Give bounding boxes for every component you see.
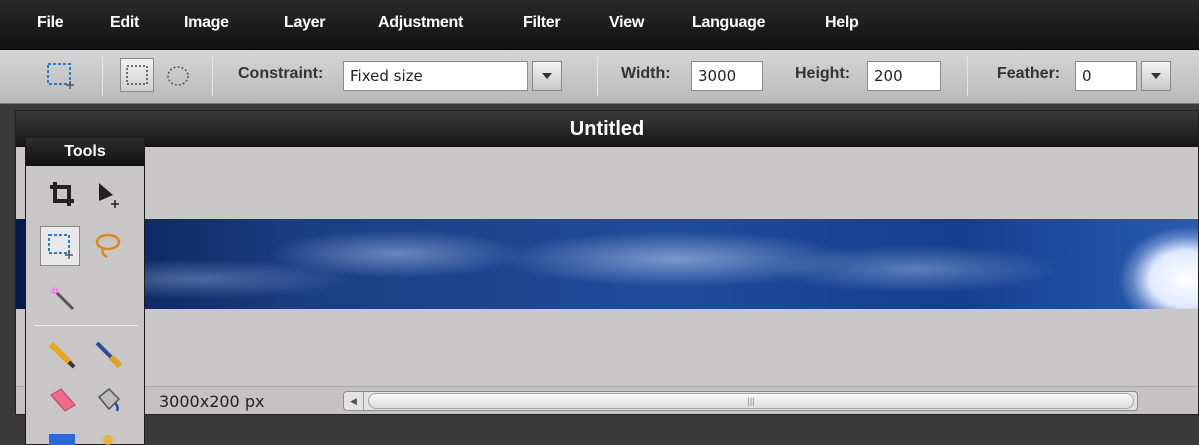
menu-image[interactable]: Image xyxy=(184,14,229,32)
height-input[interactable]: 200 xyxy=(867,61,941,91)
chevron-down-icon xyxy=(1151,73,1161,79)
tools-separator xyxy=(34,325,138,326)
feather-label: Feather: xyxy=(997,65,1061,82)
menu-layer[interactable]: Layer xyxy=(284,14,326,32)
menu-help[interactable]: Help xyxy=(825,14,859,32)
menu-bar: File Edit Image Layer Adjustment Filter … xyxy=(0,0,1199,50)
horizontal-scrollbar[interactable]: ◀ ||| xyxy=(343,391,1138,411)
height-label: Height: xyxy=(795,65,851,82)
lasso-icon xyxy=(95,233,121,259)
width-label: Width: xyxy=(621,65,671,82)
marquee-tool[interactable] xyxy=(40,226,80,266)
scroll-left-button[interactable]: ◀ xyxy=(344,392,364,410)
separator xyxy=(967,56,968,96)
pencil-icon xyxy=(48,341,76,369)
document-window: Untitled 3000x200 px ◀ ||| xyxy=(15,110,1199,415)
separator xyxy=(102,56,103,96)
separator xyxy=(597,56,598,96)
options-bar: Constraint: Fixed size Width: 3000 Heigh… xyxy=(0,50,1199,104)
paint-bucket-icon xyxy=(97,387,121,412)
paint-bucket-tool[interactable] xyxy=(88,380,128,420)
document-titlebar[interactable]: Untitled xyxy=(16,111,1198,147)
crop-icon xyxy=(50,182,74,206)
tools-panel: Tools xyxy=(25,138,145,445)
marquee-tool-indicator[interactable] xyxy=(43,58,77,92)
move-tool[interactable] xyxy=(88,174,128,214)
marquee-select-icon xyxy=(47,63,74,89)
image-size-text: 3000x200 px xyxy=(159,392,265,411)
menu-file[interactable]: File xyxy=(37,14,64,32)
stamp-icon xyxy=(103,435,113,445)
chevron-down-icon xyxy=(542,73,552,79)
width-input[interactable]: 3000 xyxy=(691,61,763,91)
pencil-tool[interactable] xyxy=(42,334,82,374)
separator xyxy=(212,56,213,96)
brush-tool[interactable] xyxy=(88,334,128,374)
magic-wand-icon xyxy=(49,285,75,311)
constraint-label: Constraint: xyxy=(238,65,324,82)
stamp-tool[interactable] xyxy=(88,428,128,445)
gradient-icon xyxy=(49,434,75,445)
menu-adjustment[interactable]: Adjustment xyxy=(378,14,463,32)
gradient-tool[interactable] xyxy=(42,428,82,445)
grip-icon: ||| xyxy=(747,396,755,406)
magic-wand-tool[interactable] xyxy=(42,278,82,318)
menu-language[interactable]: Language xyxy=(692,14,765,32)
brush-icon xyxy=(95,341,123,369)
feather-input[interactable]: 0 xyxy=(1075,61,1137,91)
lasso-tool[interactable] xyxy=(88,226,128,266)
ellipse-select-mode-button[interactable] xyxy=(164,62,192,90)
tools-panel-title[interactable]: Tools xyxy=(26,138,144,166)
marquee-select-icon xyxy=(48,234,73,259)
move-icon xyxy=(99,183,119,208)
ellipse-select-icon xyxy=(167,66,189,86)
rect-select-mode-button[interactable] xyxy=(120,58,154,92)
eraser-icon xyxy=(50,388,76,412)
menu-view[interactable]: View xyxy=(609,14,644,32)
constraint-select[interactable]: Fixed size xyxy=(343,61,528,91)
feather-dropdown-button[interactable] xyxy=(1141,61,1171,91)
menu-edit[interactable]: Edit xyxy=(110,14,139,32)
canvas-image[interactable] xyxy=(16,219,1198,309)
document-title: Untitled xyxy=(569,118,645,140)
document-statusbar: 3000x200 px ◀ ||| xyxy=(16,386,1198,414)
menu-filter[interactable]: Filter xyxy=(523,14,561,32)
crop-tool[interactable] xyxy=(42,174,82,214)
eraser-tool[interactable] xyxy=(42,380,82,420)
constraint-dropdown-button[interactable] xyxy=(532,61,562,91)
arrow-left-icon: ◀ xyxy=(350,395,357,406)
rectangle-select-icon xyxy=(126,65,148,85)
scrollbar-thumb[interactable]: ||| xyxy=(368,393,1134,409)
